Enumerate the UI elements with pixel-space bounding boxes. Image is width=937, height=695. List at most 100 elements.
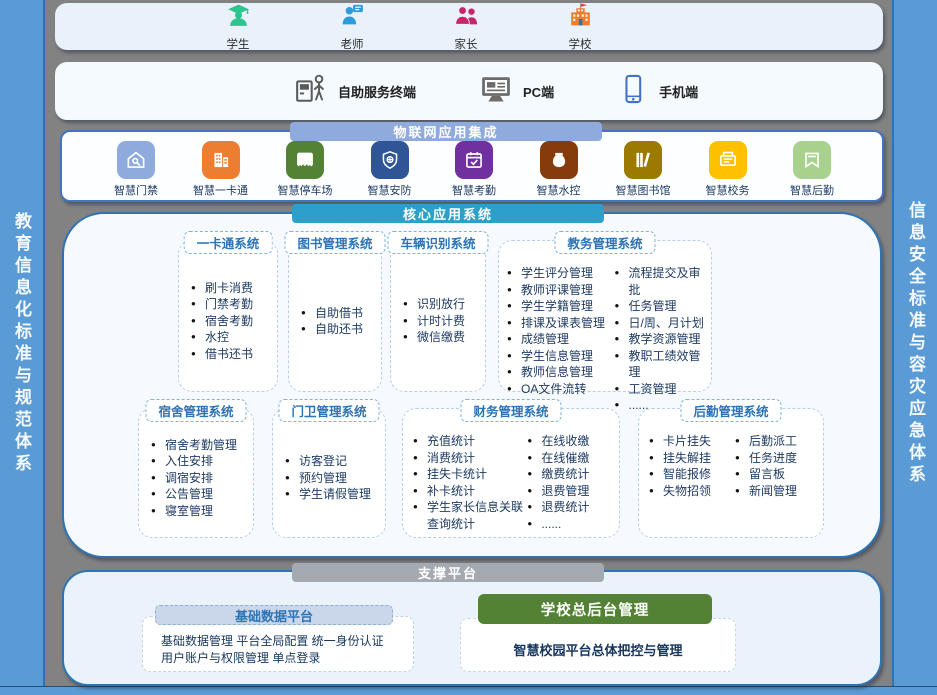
role-label: 学校 <box>569 36 592 52</box>
iot-item-security: 智慧安防 <box>358 141 422 198</box>
role-parents: 家长 <box>433 2 499 52</box>
system-item-list: 自助借书 自助还书 <box>301 305 375 338</box>
core-panel-title: 核心应用系统 <box>292 204 604 223</box>
system-box-logistics: 后勤管理系统 卡片挂失 挂失解挂 智能报修 失物招领 后勤派工 任务进度 留言板… <box>638 408 824 538</box>
terminal-machine-icon <box>709 141 747 179</box>
iot-item-door-access: 智慧门禁 <box>104 141 168 198</box>
list-item: 流程提交及审批 <box>615 265 705 298</box>
system-box-title: 图书管理系统 <box>284 231 385 254</box>
desktop-icon <box>478 71 514 112</box>
iot-integration-panel: 物联网应用集成 智慧门禁 智慧一卡通 智慧停车场 <box>60 130 884 202</box>
right-standards-bar: 信息安全标准与容灾应急体系 <box>892 0 937 687</box>
mobile-icon <box>616 72 650 111</box>
list-item: 学生评分管理 <box>507 265 613 282</box>
role-label: 学生 <box>227 36 250 52</box>
core-applications-panel: 核心应用系统 一卡通系统 刷卡消费 门禁考勤 宿舍考勤 水控 借书还书 图书管理… <box>62 212 882 558</box>
school-admin-box: 智慧校园平台总体把控与管理 <box>460 618 736 672</box>
iot-item-onecard: 智慧一卡通 <box>189 141 253 198</box>
iot-item-label: 智慧图书馆 <box>616 182 671 198</box>
list-item: OA文件流转 <box>507 381 613 398</box>
school-admin-title: 学校总后台管理 <box>478 594 712 624</box>
list-item: 自助借书 <box>301 305 375 322</box>
system-box-title: 一卡通系统 <box>184 231 273 254</box>
system-box-title: 门卫管理系统 <box>278 399 379 422</box>
smart-campus-architecture-diagram: 教育信息化标准与规范体系 信息安全标准与容灾应急体系 学生 老师 家长 <box>0 0 937 695</box>
iot-item-attendance: 智慧考勤 <box>442 141 506 198</box>
list-item: 日/周、月计划 <box>615 315 705 332</box>
system-box-title: 宿舍管理系统 <box>145 399 246 422</box>
terminal-label: 自助服务终端 <box>338 82 416 101</box>
terminal-label: 手机端 <box>659 82 698 101</box>
system-box-library: 图书管理系统 自助借书 自助还书 <box>288 240 382 392</box>
list-item: 消费统计 <box>413 450 525 467</box>
system-item-list: 宿舍考勤管理 入住安排 调宿安排 公告管理 寝室管理 <box>151 437 247 520</box>
system-item-list: 识别放行 计时计费 微信缴费 <box>403 296 479 346</box>
shield-icon <box>371 141 409 179</box>
iot-item-logistics: 智慧后勤 <box>780 141 844 198</box>
list-item: 水控 <box>191 329 271 346</box>
list-item: 卡片挂失 <box>649 433 733 450</box>
two-column-list: 卡片挂失 挂失解挂 智能报修 失物招领 后勤派工 任务进度 留言板 新闻管理 <box>649 433 817 499</box>
list-item: 寝室管理 <box>151 503 247 520</box>
list-item: 教师评课管理 <box>507 282 613 299</box>
role-school: 学校 <box>547 2 613 52</box>
calendar-check-icon <box>455 141 493 179</box>
list-item: 识别放行 <box>403 296 479 313</box>
list-item: 排课及课表管理 <box>507 315 613 332</box>
list-item: 借书还书 <box>191 346 271 363</box>
iot-item-label: 智慧门禁 <box>114 182 158 198</box>
list-item: 任务管理 <box>615 298 705 315</box>
role-label: 家长 <box>455 36 478 52</box>
iot-item-label: 智慧停车场 <box>278 182 333 198</box>
iot-item-library: 智慧图书馆 <box>611 141 675 198</box>
terminal-label: PC端 <box>523 82 554 101</box>
iot-item-label: 智慧校务 <box>706 182 750 198</box>
support-platform-panel: 支撑平台 基础数据平台 基础数据管理 平台全局配置 统一身份认证 用户账户与权限… <box>62 570 882 686</box>
list-item: 刷卡消费 <box>191 280 271 297</box>
list-item: 工资管理 <box>615 381 705 398</box>
system-box-title: 教务管理系统 <box>554 231 655 254</box>
list-item: 留言板 <box>735 466 817 483</box>
system-box-dormitory: 宿舍管理系统 宿舍考勤管理 入住安排 调宿安排 公告管理 寝室管理 <box>138 408 254 538</box>
two-column-list: 充值统计 消费统计 挂失卡统计 补卡统计 学生家长信息关联查询统计 在线收缴 在… <box>413 433 613 532</box>
list-item: 教师信息管理 <box>507 364 613 381</box>
system-item-list: 访客登记 预约管理 学生请假管理 <box>285 453 379 503</box>
right-standards-label: 信息安全标准与容灾应急体系 <box>903 201 928 487</box>
list-item: 挂失解挂 <box>649 450 733 467</box>
terminal-pc: PC端 <box>478 71 554 112</box>
door-access-icon <box>117 141 155 179</box>
water-jar-icon <box>540 141 578 179</box>
iot-item-label: 智慧安防 <box>368 182 412 198</box>
list-item: 学生学籍管理 <box>507 298 613 315</box>
list-item: 宿舍考勤 <box>191 313 271 330</box>
iot-item-label: 智慧考勤 <box>452 182 496 198</box>
iot-item-school-affairs: 智慧校务 <box>696 141 760 198</box>
system-item-list: 刷卡消费 门禁考勤 宿舍考勤 水控 借书还书 <box>191 280 271 363</box>
list-item: 预约管理 <box>285 470 379 487</box>
system-box-academic: 教务管理系统 学生评分管理 教师评课管理 学生学籍管理 排课及课表管理 成绩管理… <box>498 240 712 392</box>
teacher-icon <box>339 2 366 34</box>
role-label: 老师 <box>341 36 364 52</box>
list-item: 门禁考勤 <box>191 296 271 313</box>
terminal-kiosk: 自助服务终端 <box>293 71 416 112</box>
system-item-list: 后勤派工 任务进度 留言板 新闻管理 <box>735 433 817 499</box>
list-item: 挂失卡统计 <box>413 466 525 483</box>
role-teacher: 老师 <box>319 2 385 52</box>
banner-icon <box>793 141 831 179</box>
list-item: 任务进度 <box>735 450 817 467</box>
list-item: 充值统计 <box>413 433 525 450</box>
list-item: 智能报修 <box>649 466 733 483</box>
system-item-list: 在线收缴 在线催缴 缴费统计 退费管理 退费统计 ...... <box>527 433 613 532</box>
list-item: 在线催缴 <box>527 450 613 467</box>
student-icon <box>225 2 252 34</box>
list-item: 退费管理 <box>527 483 613 500</box>
system-box-title: 车辆识别系统 <box>387 231 488 254</box>
list-item: 成绩管理 <box>507 331 613 348</box>
iot-item-label: 智慧一卡通 <box>193 182 248 198</box>
list-item: 后勤派工 <box>735 433 817 450</box>
list-item: 宿舍考勤管理 <box>151 437 247 454</box>
list-item: 入住安排 <box>151 453 247 470</box>
system-box-gatekeeper: 门卫管理系统 访客登记 预约管理 学生请假管理 <box>272 408 386 538</box>
iot-item-water: 智慧水控 <box>527 141 591 198</box>
system-box-vehicle: 车辆识别系统 识别放行 计时计费 微信缴费 <box>390 240 486 392</box>
